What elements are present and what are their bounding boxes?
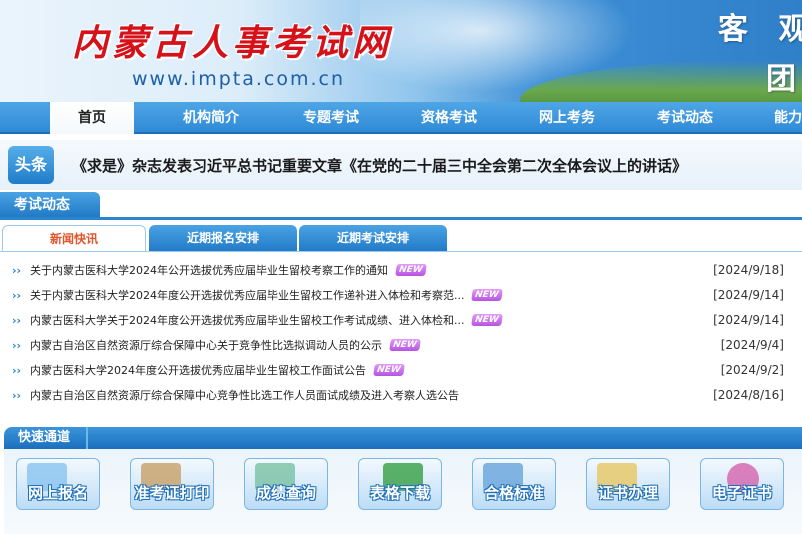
nav-item-qualification-exams[interactable]: 资格考试 [398, 102, 500, 134]
site-title[interactable]: 内蒙古人事考试网 [72, 14, 392, 66]
quick-channel-panel: 快速通道 网上报名 准考证打印 成绩查询 表格下载 合格标准 证书办理 电子证书 [4, 427, 802, 534]
news-title[interactable]: 关于内蒙古医科大学2024年公开选拔优秀应届毕业生留校考察工作的通知 NEW [30, 258, 427, 283]
chevron-right-icon: ›› [12, 339, 22, 352]
site-url: www.impta.com.cn [132, 68, 346, 90]
button-label: 准考证打印 [134, 484, 210, 502]
nav-item-special-exams[interactable]: 专题考试 [280, 102, 382, 134]
news-title[interactable]: 关于内蒙古医科大学2024年度公开选拔优秀应届毕业生留校工作递补进入体检和考察范… [30, 283, 503, 308]
button-label: 网上报名 [27, 484, 88, 502]
news-title[interactable]: 内蒙古医科大学关于2024年度公开选拔优秀应届毕业生留校工作考试成绩、进入体检和… [30, 308, 503, 333]
header-separator [86, 427, 88, 449]
nav-item-exam-news[interactable]: 考试动态 [634, 102, 736, 134]
e-certificate-button[interactable]: 电子证书 [700, 458, 784, 510]
news-title[interactable]: 内蒙古自治区自然资源厅综合保障中心关于竞争性比选拟调动人员的公示 NEW [30, 333, 421, 358]
tab-exam-schedule[interactable]: 近期考试安排 [299, 225, 447, 252]
news-date: [2024/8/16] [713, 388, 784, 402]
main-nav: 首页 机构简介 专题考试 资格考试 网上考务 考试动态 能力 [0, 102, 802, 134]
nav-item-online-exam-affairs[interactable]: 网上考务 [516, 102, 618, 134]
list-item[interactable]: ›› 关于内蒙古医科大学2024年度公开选拔优秀应届毕业生留校工作递补进入体检和… [0, 283, 802, 308]
exam-news-section-title: 考试动态 [0, 192, 100, 218]
banner-slogan: 客 观 [718, 12, 802, 47]
tab-underline [0, 251, 802, 252]
news-list: ›› 关于内蒙古医科大学2024年公开选拔优秀应届毕业生留校考察工作的通知 NEW… [0, 258, 802, 408]
new-badge: NEW [389, 339, 421, 351]
tab-news-flash[interactable]: 新闻快讯 [2, 225, 146, 252]
quick-channel-header: 快速通道 [4, 427, 802, 449]
new-badge: NEW [395, 264, 427, 276]
news-date: [2024/9/4] [720, 338, 784, 352]
form-download-button[interactable]: 表格下载 [358, 458, 442, 510]
passing-standard-button[interactable]: 合格标准 [472, 458, 556, 510]
news-date: [2024/9/2] [720, 363, 784, 377]
quick-channel-title: 快速通道 [18, 430, 71, 445]
button-label: 电子证书 [711, 484, 772, 502]
online-registration-button[interactable]: 网上报名 [16, 458, 100, 510]
chevron-right-icon: ›› [12, 289, 22, 302]
headline-link[interactable]: 《求是》杂志发表习近平总书记重要文章《在党的二十届三中全会第二次全体会议上的讲话… [72, 155, 687, 176]
certificate-processing-button[interactable]: 证书办理 [586, 458, 670, 510]
button-label: 合格标准 [483, 484, 544, 502]
list-item[interactable]: ›› 内蒙古自治区自然资源厅综合保障中心竞争性比选工作人员面试成绩及进入考察人选… [0, 383, 802, 408]
button-label: 表格下载 [369, 484, 430, 502]
chevron-right-icon: ›› [12, 314, 22, 327]
tab-registration-schedule[interactable]: 近期报名安排 [149, 225, 297, 252]
headline-tag: 头条 [8, 146, 54, 184]
new-badge: NEW [373, 364, 405, 376]
news-date: [2024/9/18] [713, 263, 784, 277]
headline-bar: 头条 《求是》杂志发表习近平总书记重要文章《在党的二十届三中全会第二次全体会议上… [0, 140, 802, 190]
list-item[interactable]: ›› 内蒙古医科大学关于2024年度公开选拔优秀应届毕业生留校工作考试成绩、进入… [0, 308, 802, 333]
section-divider [0, 217, 802, 220]
news-date: [2024/9/14] [713, 313, 784, 327]
nav-item-home[interactable]: 首页 [50, 102, 134, 134]
list-item[interactable]: ›› 内蒙古自治区自然资源厅综合保障中心关于竞争性比选拟调动人员的公示 NEW [… [0, 333, 802, 358]
button-label: 证书办理 [597, 484, 658, 502]
news-title[interactable]: 内蒙古医科大学2024年度公开选拔优秀应届毕业生留校工作面试公告 NEW [30, 358, 405, 383]
button-label: 成绩查询 [255, 484, 316, 502]
new-badge: NEW [471, 289, 503, 301]
nav-item-about[interactable]: 机构简介 [160, 102, 262, 134]
banner-slogan-line2: 团 [766, 62, 796, 97]
list-item[interactable]: ›› 内蒙古医科大学2024年度公开选拔优秀应届毕业生留校工作面试公告 NEW [… [0, 358, 802, 383]
nav-item-ability[interactable]: 能力 [760, 102, 802, 134]
news-date: [2024/9/14] [713, 288, 784, 302]
site-banner: 内蒙古人事考试网 www.impta.com.cn 客 观 团 [0, 0, 802, 102]
chevron-right-icon: ›› [12, 264, 22, 277]
list-item[interactable]: ›› 关于内蒙古医科大学2024年公开选拔优秀应届毕业生留校考察工作的通知 NEW… [0, 258, 802, 283]
admission-ticket-print-button[interactable]: 准考证打印 [130, 458, 214, 510]
new-badge: NEW [471, 314, 503, 326]
score-query-button[interactable]: 成绩查询 [244, 458, 328, 510]
chevron-right-icon: ›› [12, 364, 22, 377]
chevron-right-icon: ›› [12, 389, 22, 402]
news-title[interactable]: 内蒙古自治区自然资源厅综合保障中心竞争性比选工作人员面试成绩及进入考察人选公告 [30, 383, 459, 408]
